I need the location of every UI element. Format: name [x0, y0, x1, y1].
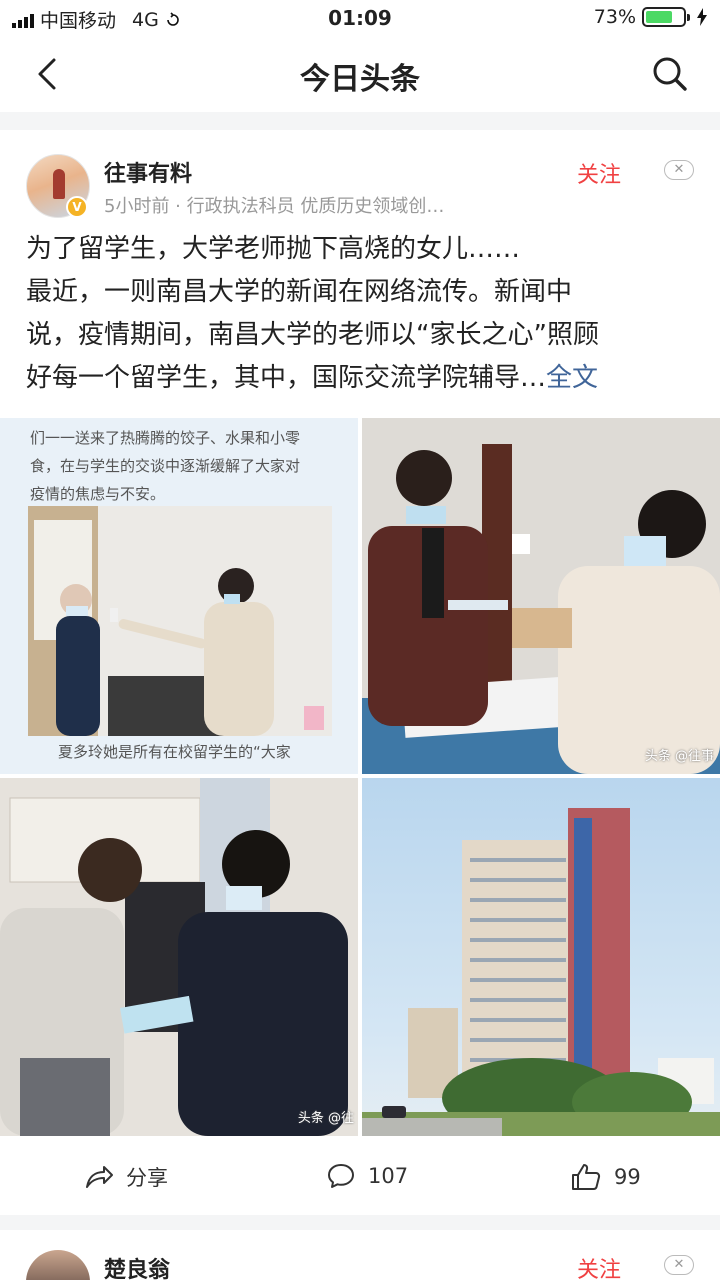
- dismiss-icon[interactable]: ✕: [664, 1255, 694, 1275]
- post-line: 最近，一则南昌大学的新闻在网络流传。新闻中: [26, 277, 573, 307]
- status-bar: 中国移动 4G 01:09 73%: [0, 0, 720, 36]
- author-avatar[interactable]: [26, 1250, 90, 1280]
- card-divider: [0, 1215, 720, 1230]
- post-line-text: 好每一个留学生，其中，国际交流学院辅导…: [26, 363, 547, 393]
- feed-post-card[interactable]: V 往事有料 5小时前 · 行政执法科员 优质历史领域创… 关注 ✕ 为了留学生…: [0, 130, 720, 1215]
- battery-percent: 73%: [593, 6, 636, 28]
- comment-button[interactable]: 107: [326, 1162, 408, 1190]
- share-arrow-icon: [86, 1166, 113, 1188]
- thumbs-up-icon: [572, 1164, 601, 1190]
- like-button[interactable]: 99: [570, 1162, 641, 1192]
- campus-building-photo: [362, 808, 720, 1136]
- battery-icon: [642, 7, 690, 27]
- dorm-photo: [0, 778, 358, 1136]
- status-right: 73%: [594, 6, 708, 28]
- temperature-check-photo: [28, 506, 332, 736]
- dismiss-icon[interactable]: ✕: [664, 160, 694, 180]
- post-line: 好每一个留学生，其中，国际交流学院辅导…全文: [26, 357, 698, 400]
- author-name[interactable]: 往事有料: [104, 156, 192, 188]
- battery-level: [646, 11, 673, 23]
- search-icon[interactable]: [650, 54, 690, 94]
- post-body[interactable]: 为了留学生，大学老师抛下高烧的女儿…… 最近，一则南昌大学的新闻在网络流传。新闻…: [26, 228, 698, 400]
- share-button[interactable]: 分享: [84, 1162, 168, 1192]
- post-image-4[interactable]: [362, 778, 720, 1136]
- post-image-2[interactable]: 头条 @往事: [362, 418, 720, 774]
- comment-count: 107: [368, 1164, 409, 1188]
- page-title: 今日头条: [300, 62, 420, 97]
- post-image-3[interactable]: 头条 @往: [0, 778, 358, 1136]
- top-nav-bar: 今日头条: [0, 36, 720, 112]
- image-text-line: 疫情的焦虑与不安。: [30, 485, 166, 503]
- like-count: 99: [614, 1165, 641, 1189]
- verified-badge-icon: V: [66, 196, 88, 218]
- post-line: 说，疫情期间，南昌大学的老师以“家长之心”照顾: [26, 320, 599, 350]
- feed-post-card-next[interactable]: 楚良翁 关注 ✕: [0, 1230, 720, 1280]
- comment-bubble-icon: [328, 1164, 354, 1188]
- image-caption: 夏多玲她是所有在校留学生的“大家: [58, 743, 291, 761]
- image-text-line: 们一一送来了热腾腾的饺子、水果和小零: [30, 429, 301, 447]
- follow-button[interactable]: 关注: [577, 157, 621, 189]
- post-line: 为了留学生，大学老师抛下高烧的女儿……: [26, 234, 521, 264]
- post-image-1[interactable]: 们一一送来了热腾腾的饺子、水果和小零 食，在与学生的交谈中逐渐缓解了大家对 疫情…: [0, 418, 358, 774]
- post-actions: 分享 107 99: [0, 1136, 720, 1216]
- image-watermark: 头条 @往事: [644, 749, 714, 764]
- full-text-link[interactable]: 全文: [546, 363, 598, 393]
- author-name[interactable]: 楚良翁: [104, 1252, 170, 1280]
- registration-photo: [362, 418, 720, 774]
- follow-button[interactable]: 关注: [577, 1252, 621, 1280]
- post-meta: 5小时前 · 行政执法科员 优质历史领域创…: [104, 196, 445, 217]
- avatar-figure: [53, 169, 65, 199]
- image-text-line: 食，在与学生的交谈中逐渐缓解了大家对: [30, 457, 301, 475]
- share-label: 分享: [126, 1166, 168, 1190]
- image-watermark: 头条 @往: [297, 1111, 354, 1126]
- charging-icon: [697, 8, 707, 26]
